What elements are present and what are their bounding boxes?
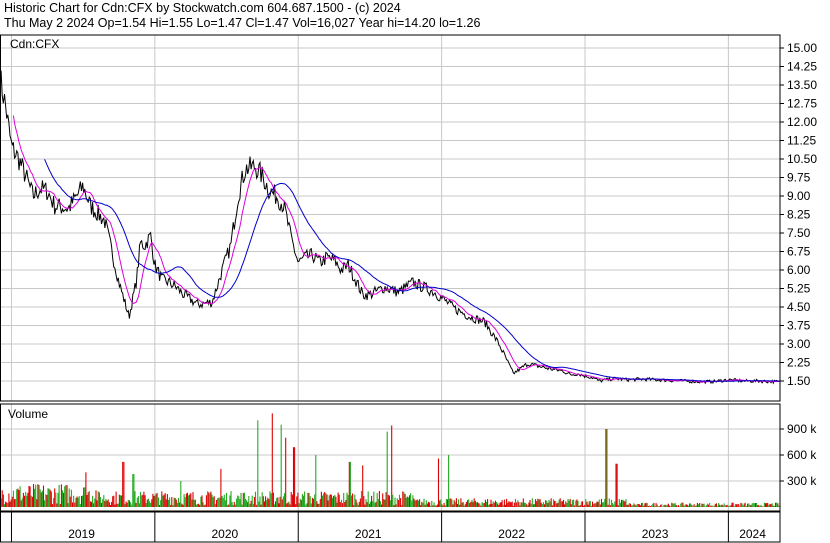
volume-label: Volume — [8, 407, 48, 421]
price-tick-label: 6.75 — [787, 245, 811, 259]
volume-panel — [0, 404, 780, 511]
price-tick-label: 13.50 — [787, 78, 817, 92]
price-tick-label: 2.25 — [787, 356, 811, 370]
year-label: 2019 — [68, 527, 95, 541]
price-tick-label: 9.75 — [787, 171, 811, 185]
symbol-label: Cdn:CFX — [10, 37, 59, 51]
price-tick-label: 12.00 — [787, 115, 817, 129]
year-label: 2022 — [498, 527, 525, 541]
price-tick-label: 10.50 — [787, 152, 817, 166]
price-tick-label: 12.75 — [787, 97, 817, 111]
volume-tick-label: 600 k — [787, 448, 817, 462]
price-tick-label: 6.00 — [787, 263, 811, 277]
year-label: 2023 — [642, 527, 669, 541]
year-label: 2020 — [212, 527, 239, 541]
price-tick-label: 1.50 — [787, 374, 811, 388]
price-tick-label: 15.00 — [787, 41, 817, 55]
price-panel — [0, 35, 780, 401]
price-tick-label: 11.25 — [787, 134, 816, 148]
price-tick-label: 14.25 — [787, 60, 817, 74]
volume-tick-label: 900 k — [787, 422, 817, 436]
volume-tick-label: 300 k — [787, 474, 817, 488]
price-tick-label: 3.00 — [787, 337, 811, 351]
price-tick-label: 9.00 — [787, 189, 811, 203]
grid — [0, 35, 780, 511]
price-tick-label: 7.50 — [787, 226, 811, 240]
year-label: 2021 — [355, 527, 382, 541]
price-tick-label: 8.25 — [787, 208, 811, 222]
price-tick-label: 3.75 — [787, 319, 811, 333]
year-label: 2024 — [739, 527, 766, 541]
price-tick-label: 4.50 — [787, 300, 811, 314]
price-tick-label: 5.25 — [787, 282, 811, 296]
stock-chart: 15.00 14.25 13.50 12.75 12.00 11.25 10.50 9.75 9… — [0, 34, 817, 543]
